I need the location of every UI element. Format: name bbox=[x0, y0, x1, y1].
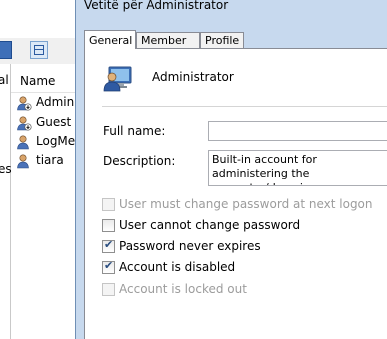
checkbox-label: User must change password at next logon bbox=[119, 197, 373, 211]
checkbox-label: Account is locked out bbox=[119, 282, 247, 296]
dialog-title: Vetitë për Administrator bbox=[84, 0, 229, 12]
tab-member-of[interactable]: Member Of bbox=[136, 32, 200, 63]
divider bbox=[102, 106, 387, 107]
user-icon bbox=[17, 135, 29, 150]
action-pane-icon[interactable] bbox=[30, 41, 48, 59]
user-icon bbox=[17, 116, 32, 131]
checkbox-label: Password never expires bbox=[119, 239, 261, 253]
tree-item-fragment[interactable]: es bbox=[0, 162, 12, 176]
tab-profile[interactable]: Profile bbox=[200, 32, 244, 48]
full-name-field[interactable] bbox=[208, 121, 387, 141]
column-header-name[interactable]: Name bbox=[20, 74, 55, 88]
list-item-label: tiara bbox=[36, 153, 64, 167]
tab-strip: General Member Of Profile bbox=[84, 30, 384, 63]
help-icon[interactable] bbox=[0, 41, 12, 59]
checkbox-label: Account is disabled bbox=[119, 260, 236, 274]
checkbox-box[interactable] bbox=[102, 283, 115, 296]
checkbox-box[interactable] bbox=[102, 259, 115, 274]
toolbar bbox=[0, 38, 80, 64]
user-disabled-icon bbox=[17, 96, 32, 111]
description-label: Description: bbox=[103, 154, 176, 168]
background-window: al es Name Admini Guest LogMe tiara bbox=[0, 0, 80, 339]
list-header: Name bbox=[11, 70, 80, 93]
list-item-label: Guest bbox=[36, 115, 72, 129]
list-item-label: LogMe bbox=[36, 134, 76, 148]
user-icon bbox=[17, 154, 29, 169]
checkbox-box[interactable] bbox=[102, 238, 115, 253]
tree-item-fragment[interactable]: al bbox=[0, 73, 9, 87]
description-field[interactable]: Built-in account for administering the c… bbox=[208, 150, 387, 186]
checkbox-box[interactable] bbox=[102, 198, 115, 211]
console-tree-pane[interactable] bbox=[0, 64, 11, 339]
checkbox-label: User cannot change password bbox=[119, 218, 301, 232]
user-account-name: Administrator bbox=[152, 70, 234, 84]
user-account-icon bbox=[103, 66, 132, 92]
tab-general[interactable]: General bbox=[84, 30, 136, 49]
checkbox-box[interactable] bbox=[102, 219, 115, 232]
full-name-label: Full name: bbox=[103, 124, 166, 138]
list-item-label: Admini bbox=[36, 95, 78, 109]
